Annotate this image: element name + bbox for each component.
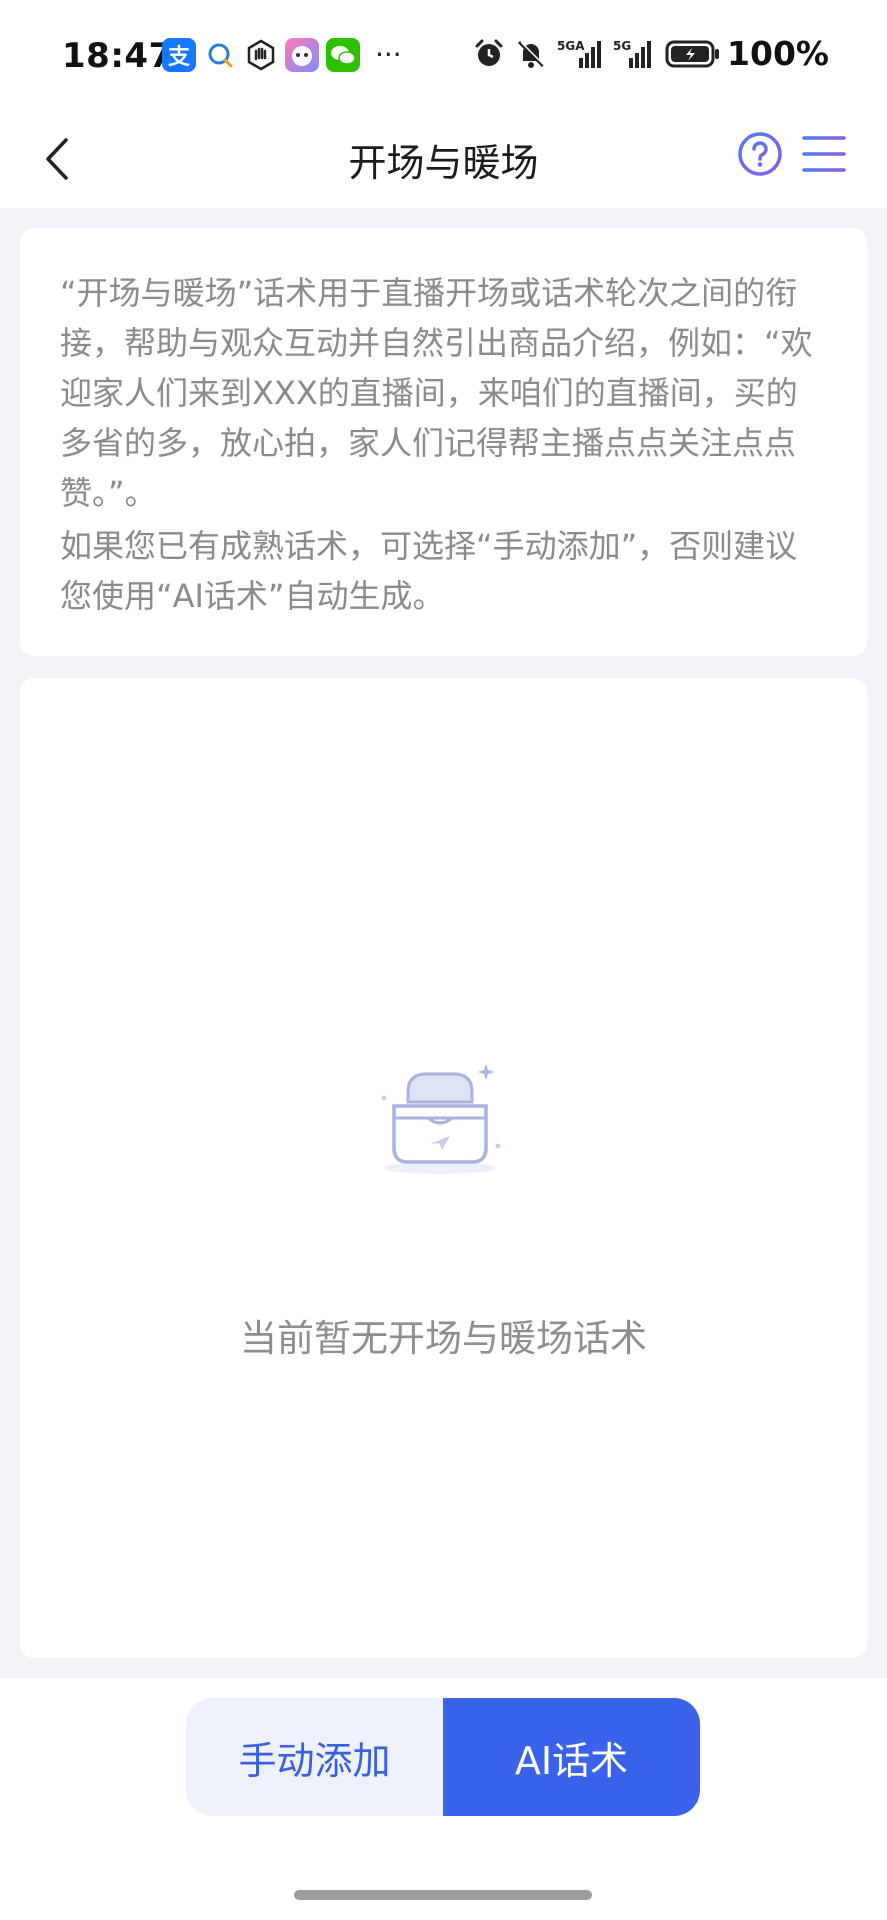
bottom-action-bar: 手动添加 AI话术 xyxy=(0,1678,887,1920)
manual-add-button[interactable]: 手动添加 xyxy=(186,1698,443,1816)
alarm-icon xyxy=(473,38,505,70)
signal-5ga-icon: 5GA xyxy=(557,38,603,70)
script-list-area: 当前暂无开场与暖场话术 xyxy=(20,678,867,1658)
intro-description: “开场与暖场”话术用于直播开场或话术轮次之间的衔接，帮助与观众互动并自然引出商品… xyxy=(60,268,827,621)
alipay-icon: 支 xyxy=(162,38,196,72)
signal-5ga-label: 5GA xyxy=(557,39,585,53)
question-circle-icon xyxy=(738,132,782,176)
more-notifications-icon: ··· xyxy=(375,38,402,71)
empty-state-message: 当前暂无开场与暖场话术 xyxy=(240,1317,647,1360)
home-indicator[interactable] xyxy=(294,1890,592,1900)
action-button-group: 手动添加 AI话术 xyxy=(186,1698,700,1816)
signal-5g-icon: 5G xyxy=(613,38,655,70)
notification-icons: 支 ··· xyxy=(162,38,402,72)
intro-paragraph: 如果您已有成熟话术，可选择“手动添加”，否则建议您使用“AI话术”自动生成。 xyxy=(60,527,798,615)
chat-bubble-icon xyxy=(203,38,237,72)
mascot-app-icon xyxy=(285,38,319,72)
hamburger-menu-icon xyxy=(802,136,846,172)
signal-5g-label: 5G xyxy=(613,39,631,53)
empty-inbox-icon xyxy=(380,1062,510,1178)
battery-charging-icon xyxy=(665,39,721,69)
wechat-icon xyxy=(326,38,360,72)
intro-paragraph: “开场与暖场”话术用于直播开场或话术轮次之间的衔接，帮助与观众互动并自然引出商品… xyxy=(60,274,813,512)
mute-bell-icon xyxy=(515,38,547,70)
hand-icon xyxy=(244,38,278,72)
battery-percentage: 100% xyxy=(727,34,829,73)
help-button[interactable] xyxy=(736,130,784,178)
ai-script-button[interactable]: AI话术 xyxy=(443,1698,700,1816)
menu-button[interactable] xyxy=(800,132,848,176)
system-icons: 5GA 5G 100% xyxy=(463,34,829,73)
status-time: 18:47 xyxy=(62,36,173,76)
status-bar: 18:47 支 ··· 5GA 5G 100% xyxy=(0,0,887,110)
navigation-bar: 开场与暖场 xyxy=(0,110,887,208)
intro-card: “开场与暖场”话术用于直播开场或话术轮次之间的衔接，帮助与观众互动并自然引出商品… xyxy=(20,228,867,656)
